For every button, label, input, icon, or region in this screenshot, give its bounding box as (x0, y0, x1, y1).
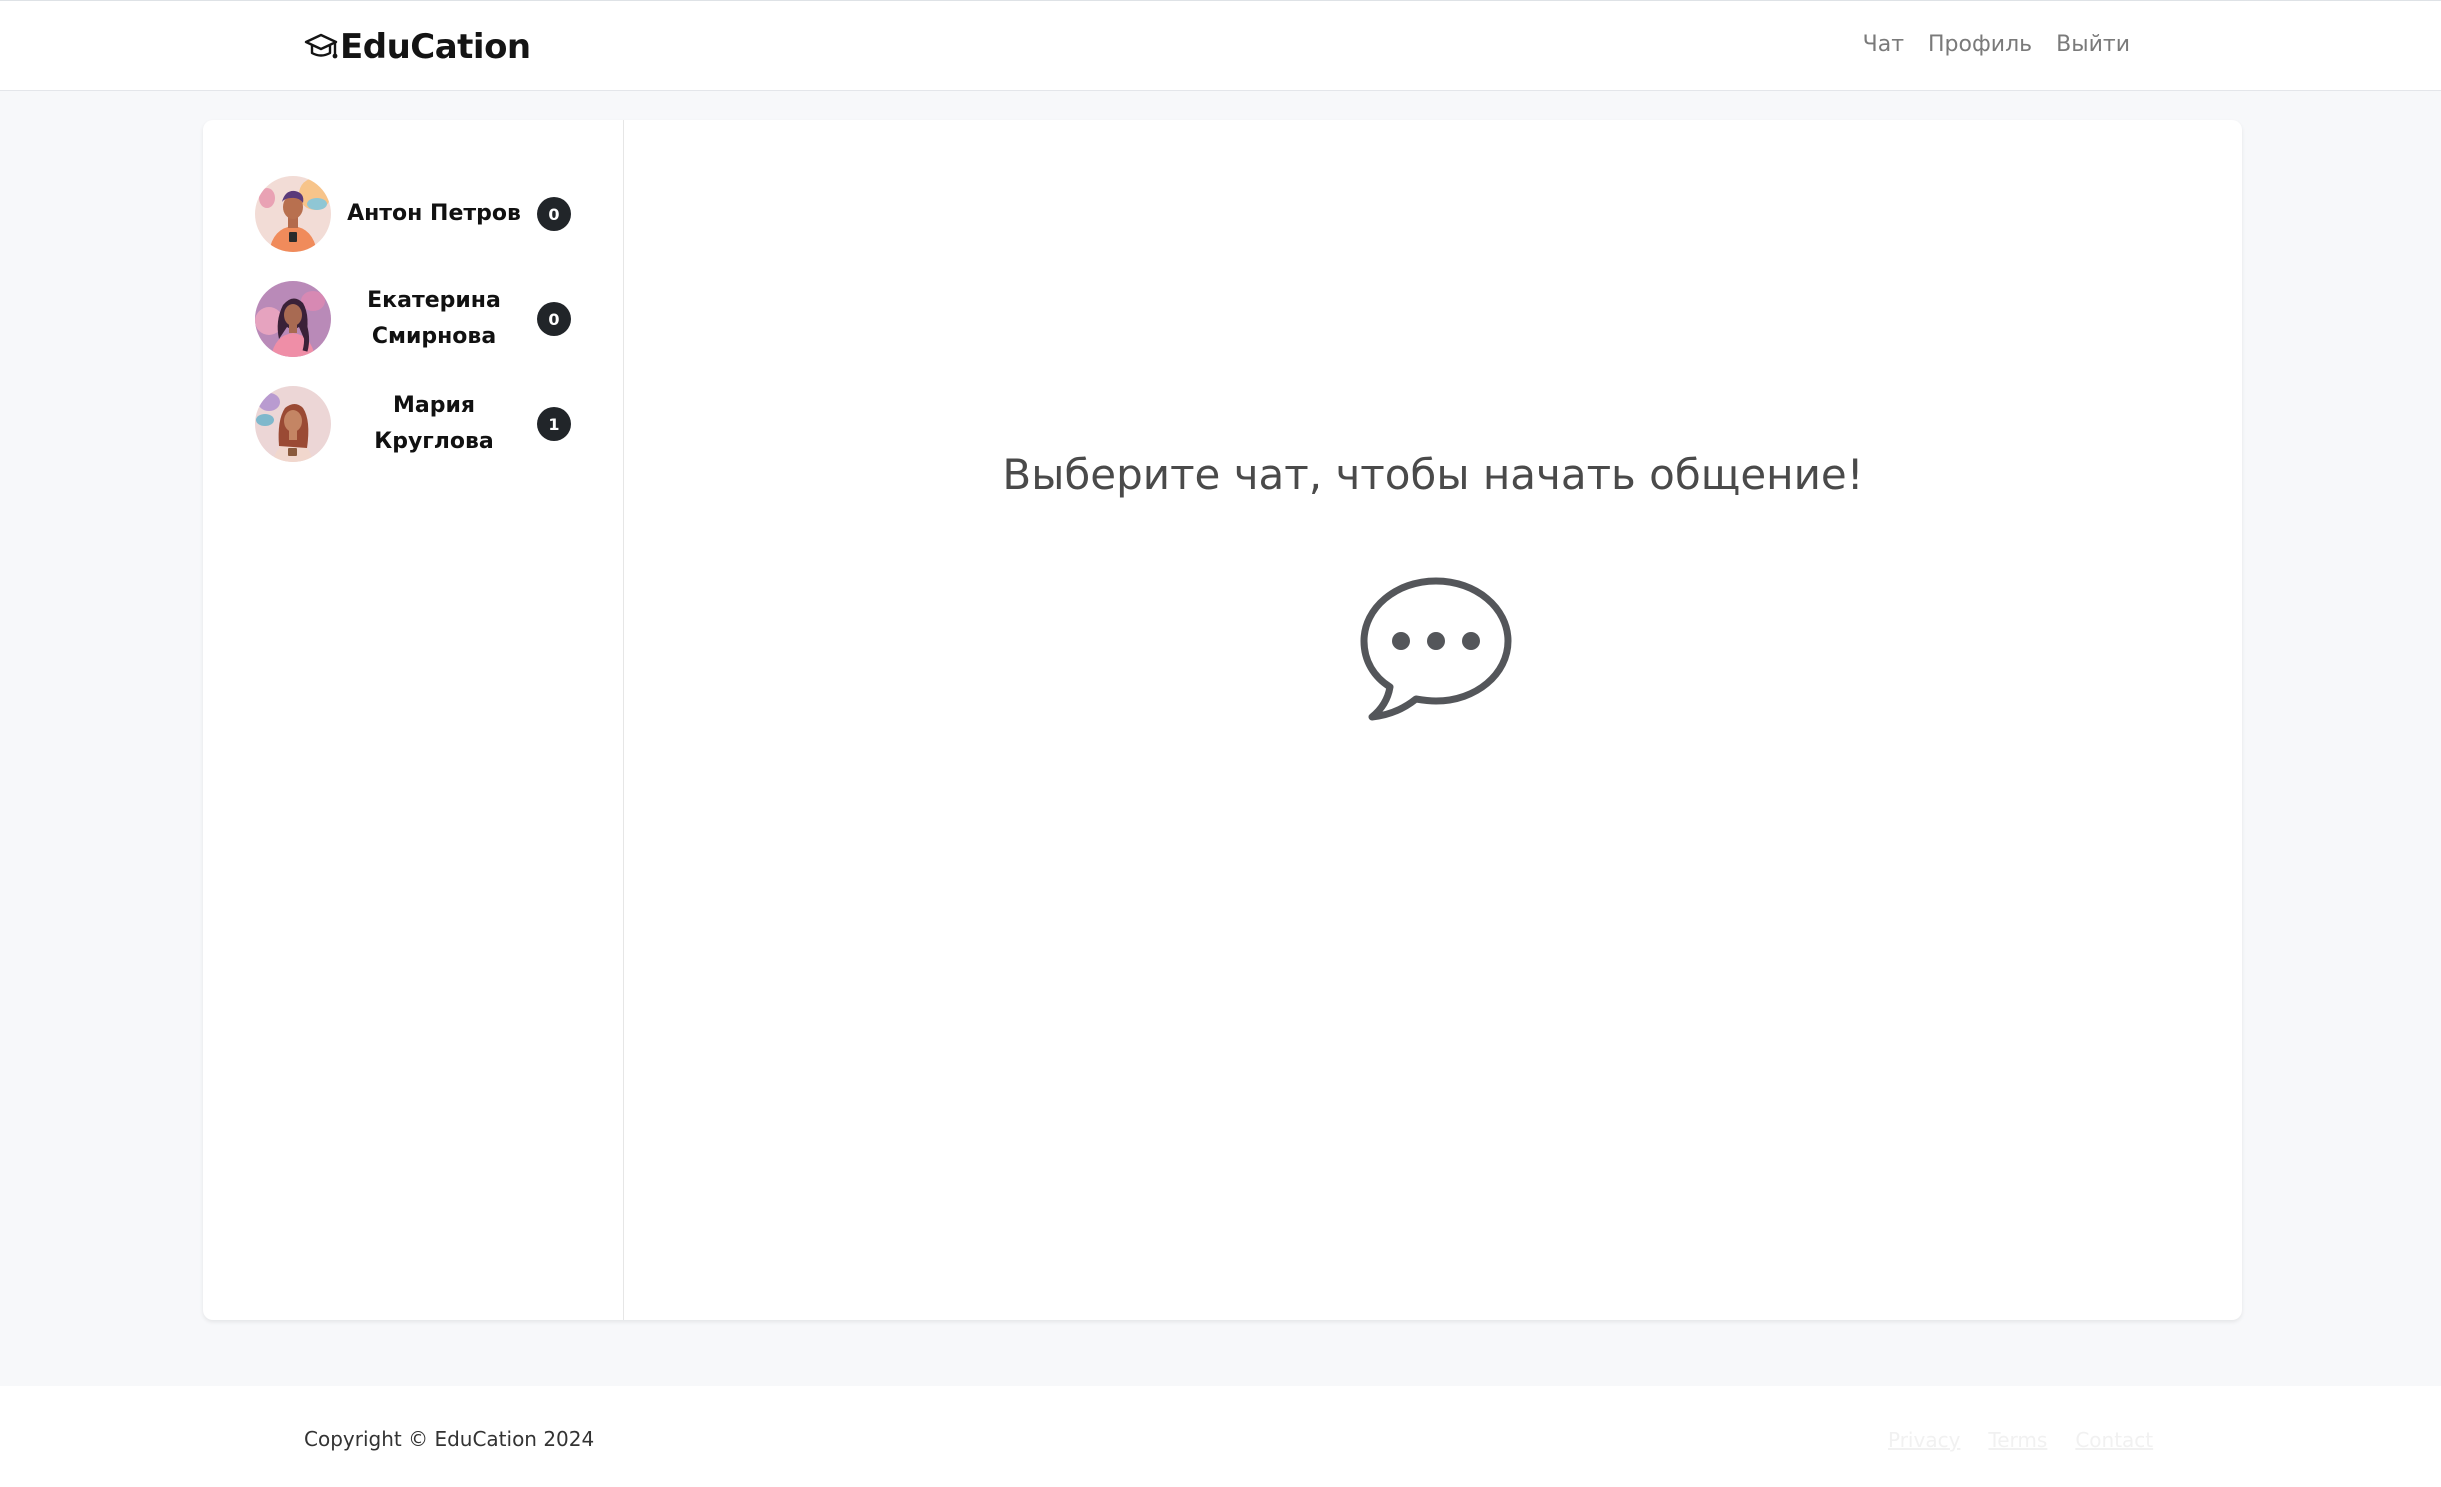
avatar (255, 281, 331, 357)
avatar (255, 386, 331, 462)
contact-item-maria[interactable]: Мария Круглова 1 (255, 386, 571, 462)
nav-logout-link[interactable]: Выйти (2056, 32, 2130, 57)
select-chat-prompt: Выберите чат, чтобы начать общение! (1002, 450, 1864, 499)
footer-terms-link[interactable]: Terms (1988, 1428, 2047, 1452)
nav-chat-link[interactable]: Чат (1863, 32, 1904, 57)
unread-badge: 1 (537, 407, 571, 441)
unread-badge: 0 (537, 197, 571, 231)
brand-logo[interactable]: EduCation (304, 27, 531, 67)
brand-name: EduCation (340, 27, 531, 67)
chat-dots-icon (1360, 577, 1512, 721)
unread-badge: 0 (537, 302, 571, 336)
chat-card: Антон Петров 0 Екатерина Смирнова 0 Мари… (203, 120, 2242, 1320)
footer-links: Privacy Terms Contact (1888, 1428, 2153, 1452)
nav-profile-link[interactable]: Профиль (1928, 32, 2032, 57)
footer-contact-link[interactable]: Contact (2075, 1428, 2153, 1452)
graduation-cap-icon (304, 33, 338, 59)
contact-name: Антон Петров (347, 201, 521, 226)
nav-links: Чат Профиль Выйти (1863, 32, 2130, 57)
copyright-text: Copyright © EduCation 2024 (304, 1427, 595, 1451)
contact-name: Екатерина Смирнова (367, 288, 501, 349)
footer-privacy-link[interactable]: Privacy (1888, 1428, 1960, 1452)
contact-item-anton[interactable]: Антон Петров 0 (255, 176, 571, 252)
contacts-sidebar: Антон Петров 0 Екатерина Смирнова 0 Мари… (203, 120, 624, 1320)
avatar (255, 176, 331, 252)
chat-main-panel: Выберите чат, чтобы начать общение! (624, 120, 2242, 1320)
contact-name: Мария Круглова (374, 393, 494, 454)
page-footer: Copyright © EduCation 2024 Privacy Terms… (0, 1386, 2441, 1487)
contact-item-ekaterina[interactable]: Екатерина Смирнова 0 (255, 281, 571, 357)
top-navbar: EduCation Чат Профиль Выйти (0, 0, 2441, 91)
